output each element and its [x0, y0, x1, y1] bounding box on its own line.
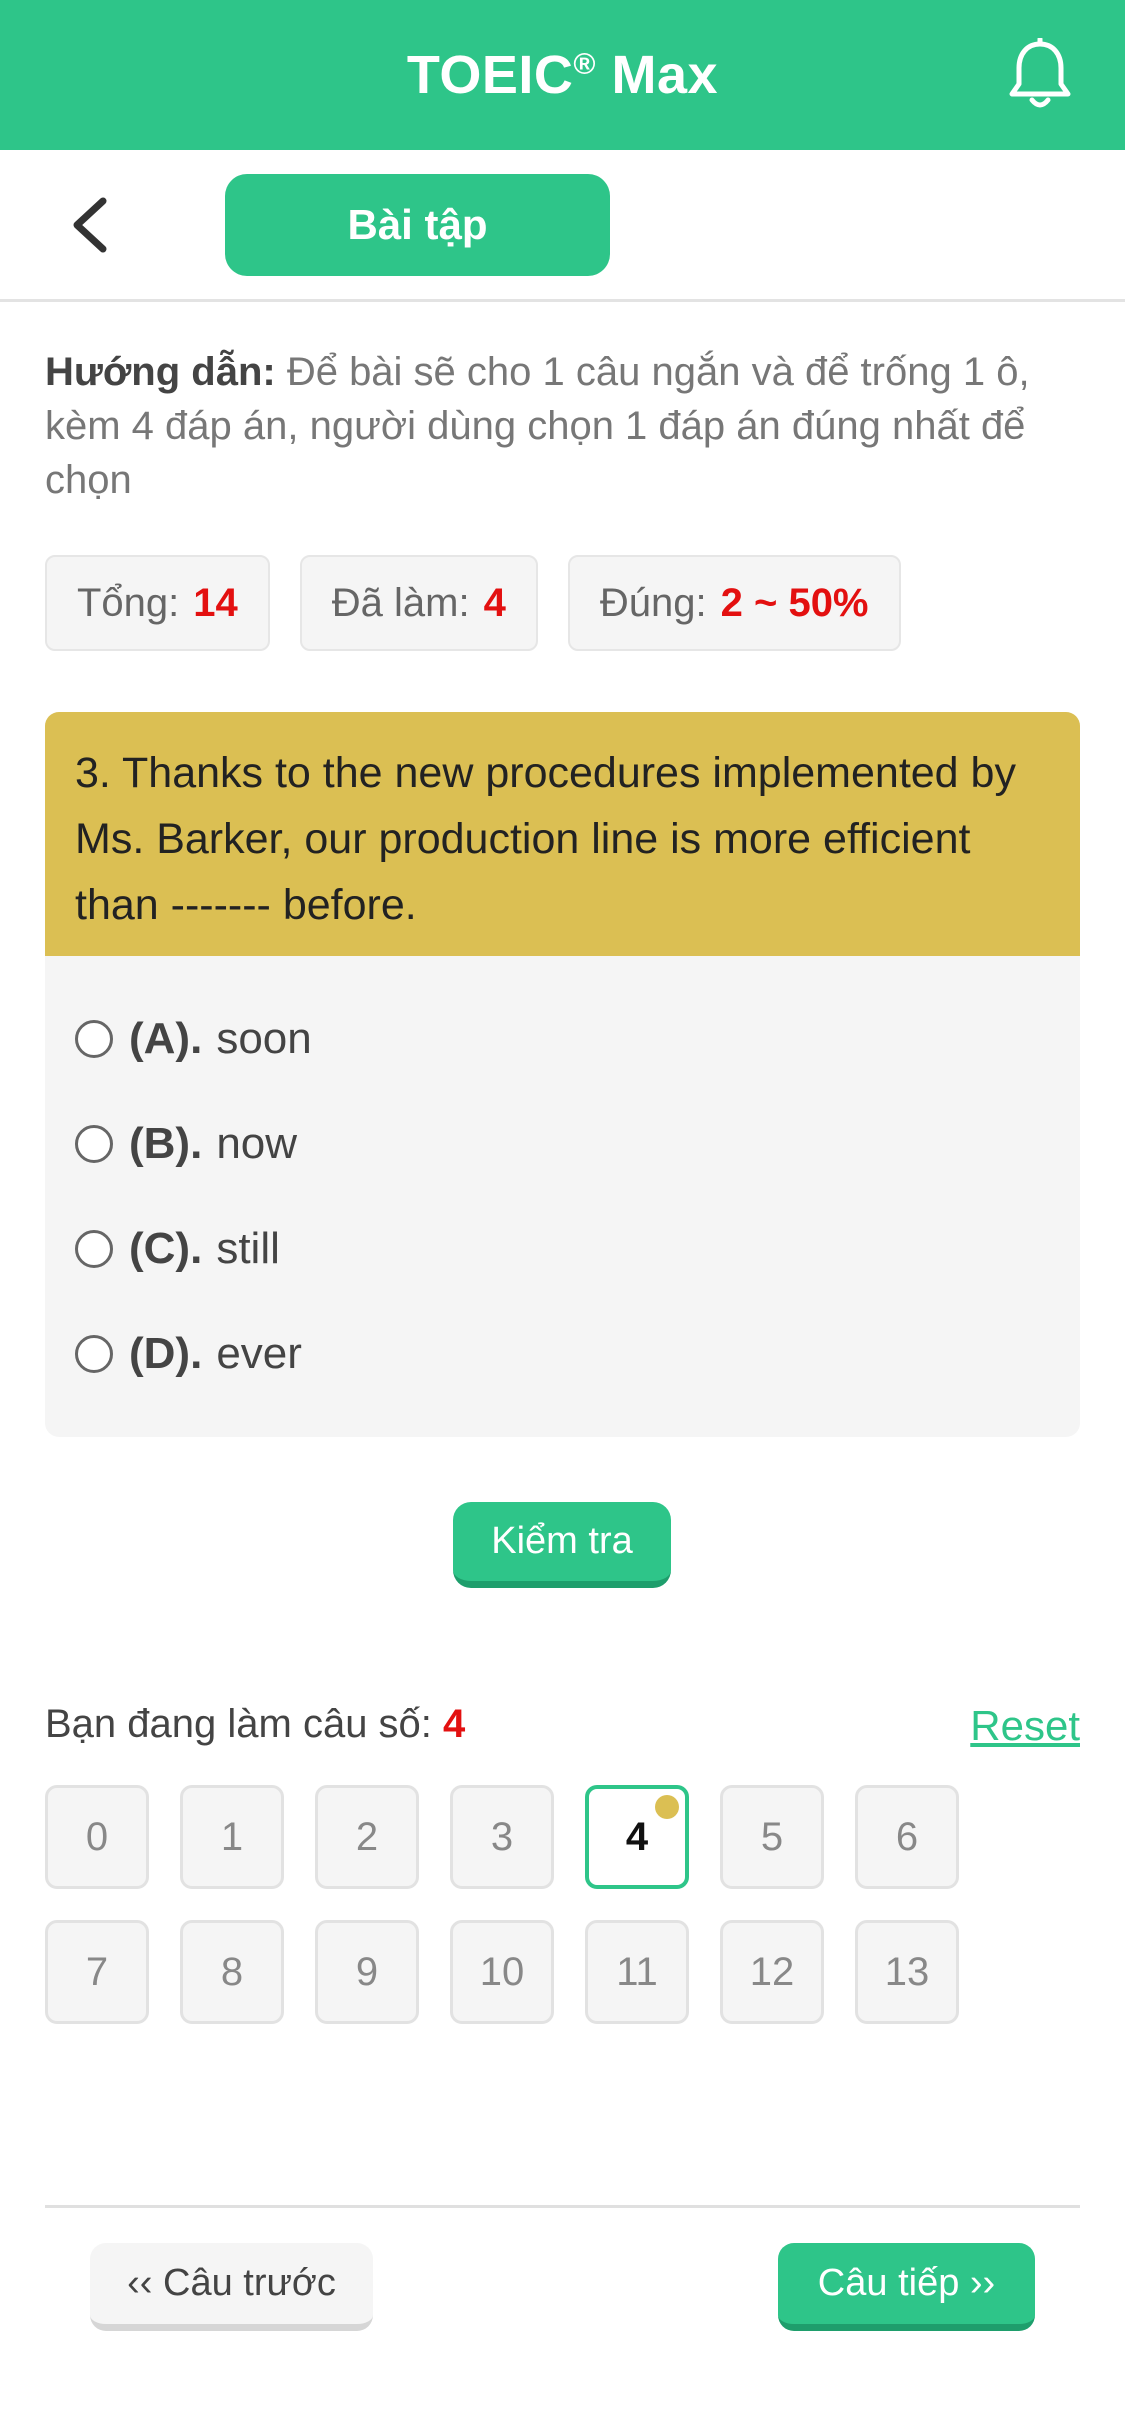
question-card: 3. Thanks to the new procedures implemen… [45, 712, 1080, 1437]
option-d[interactable]: (D). ever [45, 1301, 1080, 1406]
current-question-number: 4 [443, 1702, 466, 1746]
question-number-button[interactable]: 9 [315, 1920, 419, 2024]
question-number-grid: 0 1 2 3 4 5 6 7 8 9 10 11 12 13 [45, 1785, 1085, 2024]
option-b[interactable]: (B). now [45, 1091, 1080, 1196]
question-number-button-active[interactable]: 4 [585, 1785, 689, 1889]
question-number-button[interactable]: 10 [450, 1920, 554, 2024]
question-number-button[interactable]: 8 [180, 1920, 284, 2024]
stat-correct-value: 2 ~ 50% [720, 580, 869, 625]
top-header: TOEIC® Max [0, 0, 1125, 150]
stat-total-value: 14 [193, 580, 238, 625]
stat-done: Đã làm: 4 [299, 555, 538, 651]
question-number-button[interactable]: 1 [180, 1785, 284, 1889]
question-number-button[interactable]: 6 [855, 1785, 959, 1889]
question-number-button[interactable]: 0 [45, 1785, 149, 1889]
app-title: TOEIC® Max [406, 45, 719, 105]
reset-link[interactable]: Reset [970, 1702, 1080, 1750]
bell-icon[interactable] [1005, 38, 1075, 112]
answer-options: (A). soon (B). now (C). still (D). ever [45, 956, 1080, 1406]
question-number-button[interactable]: 11 [585, 1920, 689, 2024]
stat-correct: Đúng: 2 ~ 50% [567, 555, 901, 651]
radio-button[interactable] [75, 1229, 113, 1268]
stats-row: Tổng: 14 Đã làm: 4 Đúng: 2 ~ 50% [45, 555, 901, 651]
previous-question-button[interactable]: ‹‹ Câu trước [90, 2243, 373, 2331]
question-number-button[interactable]: 2 [315, 1785, 419, 1889]
current-question-indicator: Bạn đang làm câu số: 4 [45, 1702, 466, 1746]
next-question-button[interactable]: Câu tiếp ›› [778, 2243, 1035, 2331]
tab-exercise[interactable]: Bài tập [225, 174, 610, 276]
question-number-button[interactable]: 5 [720, 1785, 824, 1889]
question-number-button[interactable]: 3 [450, 1785, 554, 1889]
option-a[interactable]: (A). soon [45, 986, 1080, 1091]
stat-done-value: 4 [483, 580, 506, 625]
app-root: TOEIC® Max Bài tập Hướng dẫn: Để bài sẽ … [0, 0, 1125, 2436]
sub-navigation-bar: Bài tập [0, 150, 1125, 302]
question-number-button[interactable]: 13 [855, 1920, 959, 2024]
check-button[interactable]: Kiểm tra [453, 1502, 671, 1588]
radio-button[interactable] [75, 1124, 113, 1163]
radio-button[interactable] [75, 1019, 113, 1058]
question-number-button[interactable]: 12 [720, 1920, 824, 2024]
option-c[interactable]: (C). still [45, 1196, 1080, 1301]
radio-button[interactable] [75, 1334, 113, 1373]
instruction-text: Hướng dẫn: Để bài sẽ cho 1 câu ngắn và đ… [45, 345, 1085, 507]
chevron-left-icon[interactable] [65, 195, 115, 255]
question-text: 3. Thanks to the new procedures implemen… [45, 712, 1080, 956]
instruction-label: Hướng dẫn: [45, 350, 276, 394]
current-marker-dot [655, 1795, 679, 1819]
footer-divider [45, 2205, 1080, 2208]
question-number-button[interactable]: 7 [45, 1920, 149, 2024]
stat-total: Tổng: 14 [45, 555, 270, 651]
